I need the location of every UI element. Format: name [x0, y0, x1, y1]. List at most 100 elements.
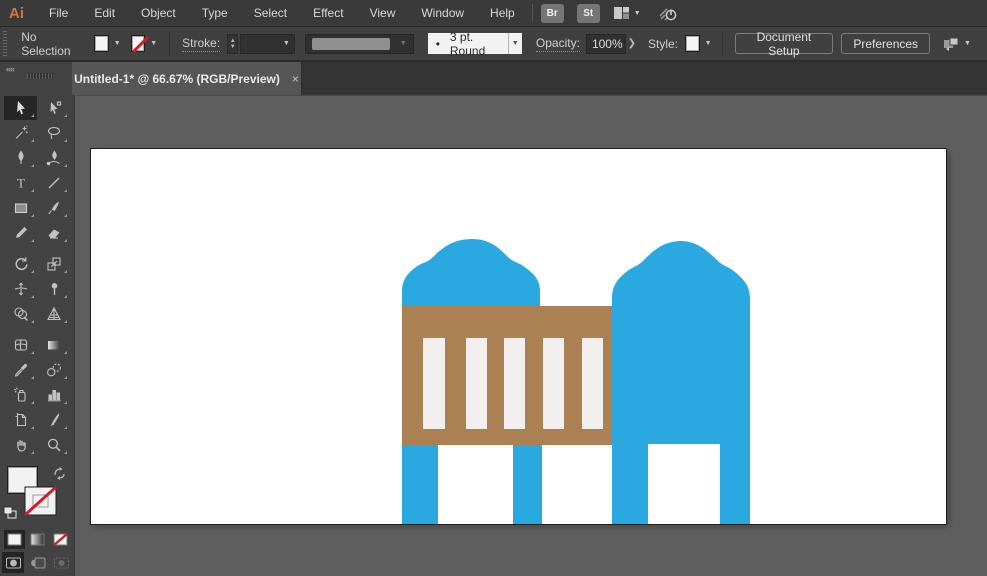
fill-color-swatch[interactable]	[94, 35, 109, 52]
tool-zoom[interactable]	[37, 433, 70, 457]
opacity-panel-link[interactable]: Opacity:	[535, 36, 580, 52]
crib-leg[interactable]	[720, 443, 750, 524]
brush-definition-dropdown[interactable]: • 3 pt. Round	[427, 30, 508, 58]
crib-slat[interactable]	[423, 338, 445, 429]
tool-hand[interactable]	[4, 433, 37, 457]
crib-slat[interactable]	[543, 338, 564, 429]
crib-slat[interactable]	[582, 338, 603, 429]
blend-tool-icon	[46, 363, 61, 377]
collapse-panel-button[interactable]: ««	[6, 64, 15, 74]
preferences-button[interactable]: Preferences	[841, 33, 931, 54]
artboard[interactable]	[91, 149, 946, 524]
opacity-spinner-icon[interactable]: ❯	[628, 38, 636, 49]
menu-help[interactable]: Help	[477, 0, 528, 26]
tool-group-divider	[4, 246, 70, 251]
crib-slat[interactable]	[466, 338, 487, 429]
tool-panel-header: ««	[0, 62, 75, 95]
tool-puppet-warp[interactable]	[37, 277, 70, 301]
stroke-color-swatch[interactable]	[130, 35, 146, 52]
default-fill-stroke-icon[interactable]	[3, 506, 17, 519]
close-tab-icon[interactable]: ×	[292, 72, 299, 86]
crib-leg[interactable]	[513, 443, 542, 524]
tool-mesh[interactable]	[4, 333, 37, 357]
bridge-button[interactable]: Br	[540, 3, 564, 23]
crib-right-headboard[interactable]	[612, 241, 750, 444]
tool-perspective-grid[interactable]	[37, 302, 70, 326]
document-tab[interactable]: Untitled-1* @ 66.67% (RGB/Preview) ×	[72, 62, 302, 95]
solid-color-icon	[7, 533, 21, 546]
menu-file[interactable]: File	[36, 0, 81, 26]
tool-shape-builder[interactable]	[4, 302, 37, 326]
tool-width[interactable]	[4, 277, 37, 301]
tool-lasso[interactable]	[37, 121, 70, 145]
fill-dropdown-chevron-icon[interactable]: ▼	[114, 40, 121, 47]
tool-gradient[interactable]	[37, 333, 70, 357]
draw-behind-button[interactable]	[26, 552, 48, 573]
width-profile-preview	[311, 37, 390, 50]
document-title: Untitled-1* @ 66.67% (RGB/Preview)	[74, 71, 280, 86]
crib-leg[interactable]	[402, 443, 438, 524]
stepper-down-icon[interactable]: ▼	[230, 44, 236, 50]
stroke-width-stepper[interactable]: ▲ ▼	[227, 33, 239, 54]
stroke-width-dropdown[interactable]: ▼	[240, 33, 295, 54]
menu-type[interactable]: Type	[189, 0, 241, 26]
pasteboard[interactable]	[76, 95, 987, 576]
menu-window[interactable]: Window	[408, 0, 477, 26]
tool-scale[interactable]	[37, 252, 70, 276]
arrange-documents-button[interactable]: ▼	[942, 36, 971, 52]
opacity-input[interactable]: 100%	[585, 33, 626, 54]
tool-direct-selection[interactable]	[37, 96, 70, 120]
style-dropdown-chevron-icon[interactable]: ▼	[705, 40, 712, 47]
menu-view[interactable]: View	[357, 0, 409, 26]
tool-pencil[interactable]	[4, 221, 37, 245]
width-tool-icon	[14, 282, 27, 296]
crib-illustration[interactable]	[91, 149, 946, 524]
tool-selection[interactable]	[4, 96, 37, 120]
draw-inside-button[interactable]	[50, 552, 72, 573]
selection-tool-icon	[16, 101, 25, 115]
tool-curvature[interactable]	[37, 146, 70, 170]
workspace: T	[0, 95, 987, 576]
gradient-button[interactable]	[27, 530, 48, 549]
document-setup-button[interactable]: Document Setup	[734, 30, 834, 58]
control-bar-grip[interactable]	[3, 30, 8, 57]
tool-line-segment[interactable]	[37, 171, 70, 195]
tool-eyedropper[interactable]	[4, 358, 37, 382]
stroke-proxy-swatch[interactable]	[24, 486, 57, 516]
tool-symbol-sprayer[interactable]	[4, 383, 37, 407]
tool-magic-wand[interactable]	[4, 121, 37, 145]
variable-width-profile-dropdown[interactable]: ▼	[304, 33, 414, 54]
tool-rotate[interactable]	[4, 252, 37, 276]
tool-column-graph[interactable]	[37, 383, 70, 407]
control-divider	[169, 31, 171, 56]
crib-leg[interactable]	[612, 443, 648, 524]
crib-slat[interactable]	[504, 338, 525, 429]
menu-object[interactable]: Object	[128, 0, 189, 26]
tool-eraser[interactable]	[37, 221, 70, 245]
chevron-down-icon: ▼	[282, 40, 290, 47]
swap-fill-stroke-icon[interactable]	[52, 466, 68, 480]
tool-slice[interactable]	[37, 408, 70, 432]
none-button[interactable]	[50, 530, 71, 549]
brush-dropdown-chevron-icon[interactable]: ▼	[507, 33, 522, 54]
gpu-performance-indicator[interactable]	[657, 4, 679, 23]
menu-edit[interactable]: Edit	[81, 0, 128, 26]
tool-artboard[interactable]	[4, 408, 37, 432]
color-button[interactable]	[3, 530, 25, 549]
tool-rectangle[interactable]	[4, 196, 37, 220]
stroke-panel-link[interactable]: Stroke:	[182, 36, 221, 52]
draw-normal-button[interactable]	[2, 552, 24, 573]
tool-pen[interactable]	[4, 146, 37, 170]
tool-type[interactable]: T	[4, 171, 37, 195]
stock-button[interactable]: St	[576, 3, 600, 23]
crib-left-headboard[interactable]	[402, 239, 540, 307]
panel-drag-grip[interactable]	[27, 73, 53, 79]
tool-blend[interactable]	[37, 358, 70, 382]
menu-effect[interactable]: Effect	[300, 0, 356, 26]
tool-paintbrush[interactable]	[37, 196, 70, 220]
menu-select[interactable]: Select	[241, 0, 300, 26]
workspace-switcher[interactable]: ▼	[613, 5, 641, 21]
style-swatch[interactable]	[685, 35, 700, 52]
perspective-grid-tool-icon	[46, 306, 61, 321]
stroke-dropdown-chevron-icon[interactable]: ▼	[150, 40, 157, 47]
